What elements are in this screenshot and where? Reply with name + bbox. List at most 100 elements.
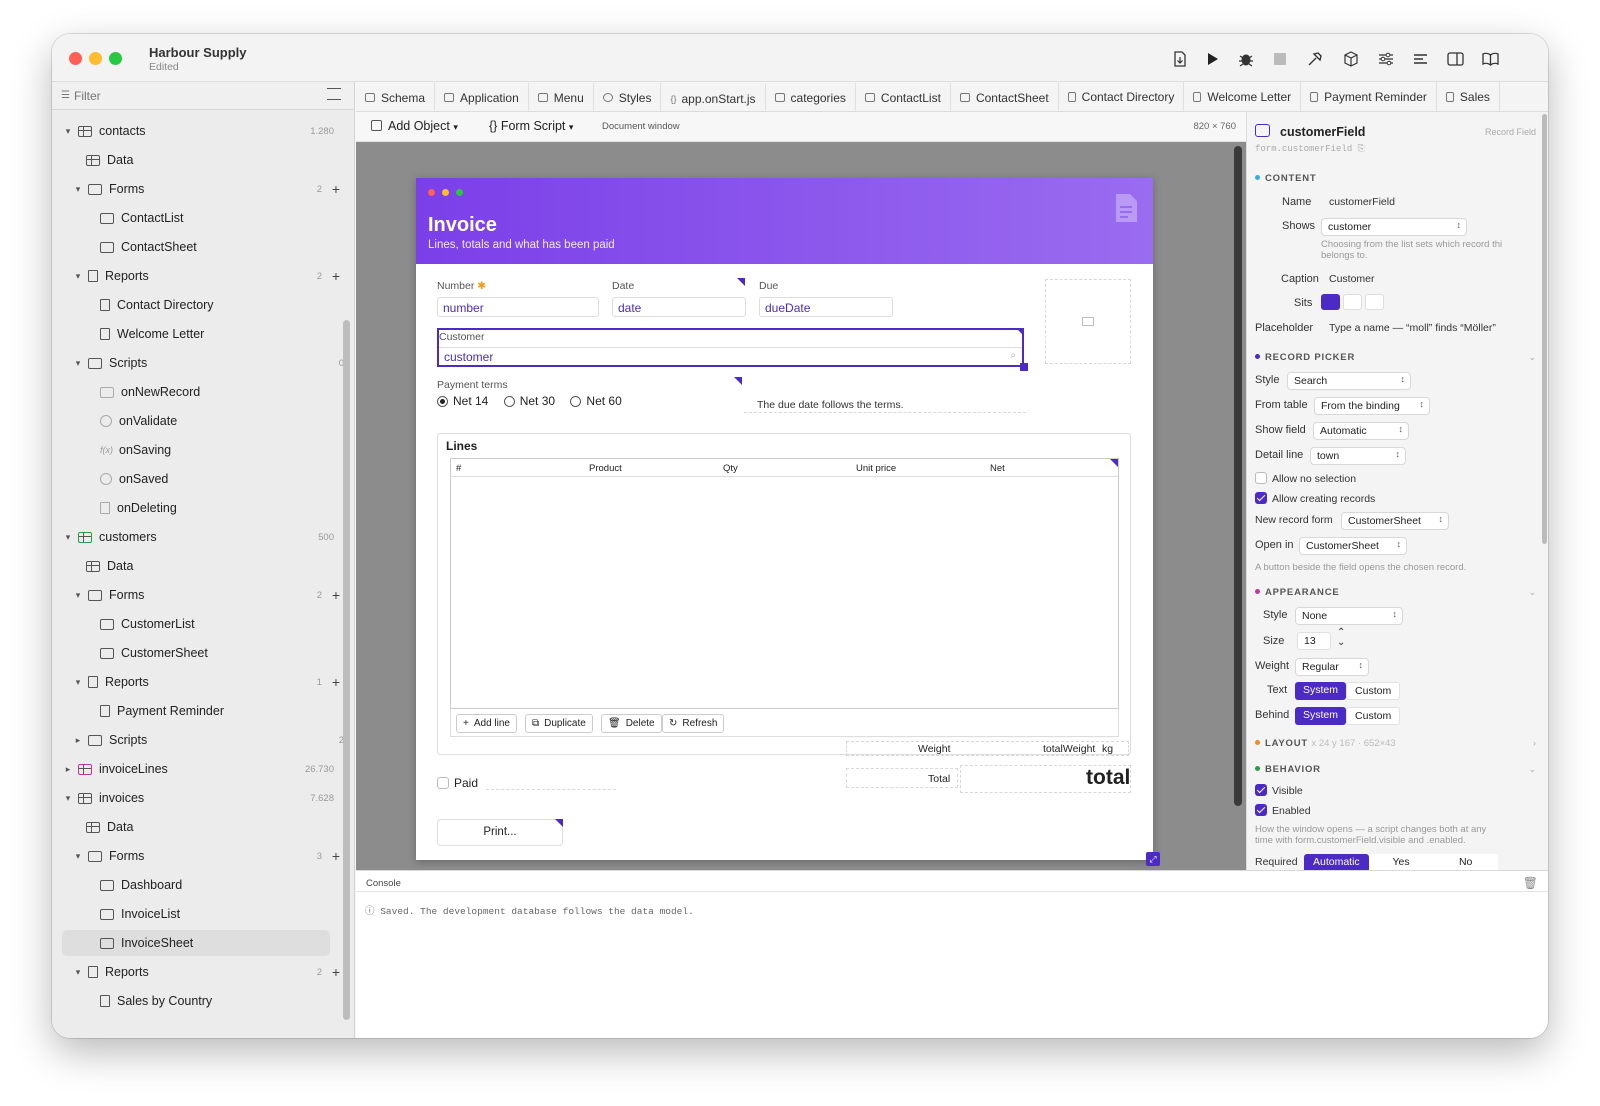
tree-item-invoices[interactable]: ▾ invoices 7.628 [62,785,342,811]
tab-styles[interactable]: Styles [594,82,662,111]
filter-options-icon[interactable] [327,88,341,100]
tree-item-contacts-data[interactable]: Data [86,147,354,173]
tree-item-invoices-forms[interactable]: ▾ Forms 3 + [72,843,352,869]
chevron-down-icon[interactable]: ▾ [62,793,74,804]
tree-item-ondeleting[interactable]: onDeleting🔒 [100,495,354,521]
customer-field-selected[interactable]: Customer customer ⌕ [437,328,1028,371]
required-yes-option[interactable]: Yes [1369,854,1434,870]
text-custom-option[interactable]: Custom [1346,682,1401,700]
tree-item-customers-forms[interactable]: ▾ Forms 2 + [72,582,352,608]
chevron-down-icon[interactable]: ⌄ [1528,587,1536,598]
sits-above-option[interactable] [1321,294,1340,310]
tree-item-contactsheet[interactable]: ContactSheet [100,234,354,260]
tree-item-contactlist[interactable]: ContactList [100,205,354,231]
appearance-style-select[interactable]: None [1295,607,1403,625]
tree-item-invoicelines[interactable]: ▸ invoiceLines 26.730 [62,756,342,782]
tree-item-onsaving[interactable]: f(x) onSaving [100,437,354,463]
chevron-down-icon[interactable]: ▾ [72,358,84,369]
tree-item-invoices-reports[interactable]: ▾ Reports 2 + [72,959,352,985]
tree-item-customersheet[interactable]: CustomerSheet [100,640,354,666]
tab-contactsheet[interactable]: ContactSheet [951,82,1059,111]
behavior-section-header[interactable]: BEHAVIOR [1255,764,1321,775]
record-picker-section-header[interactable]: RECORD PICKER [1255,352,1355,363]
column-header-unit-price[interactable]: Unit price [856,463,896,474]
total-value[interactable]: total [1086,766,1130,790]
radio-net-14[interactable]: Net 14 [437,394,488,408]
text-system-option[interactable]: System [1295,682,1347,700]
run-icon[interactable] [1202,48,1224,70]
inspector-scrollbar[interactable] [1542,114,1547,544]
lines-table[interactable]: # Product Qty Unit price Net [450,458,1119,709]
allow-no-selection-checkbox[interactable]: Allow no selection [1255,472,1356,485]
column-header-net[interactable]: Net [990,463,1005,474]
canvas-scrollbar[interactable] [1234,146,1242,806]
copy-icon[interactable]: ⎘ [1358,144,1365,154]
chevron-down-icon[interactable]: ▾ [62,126,74,137]
content-section-header[interactable]: CONTENT [1255,173,1317,184]
behind-custom-option[interactable]: Custom [1346,707,1401,725]
zoom-window-button[interactable] [109,52,122,65]
required-no-option[interactable]: No [1433,854,1498,870]
chevron-down-icon[interactable]: ▾ [72,851,84,862]
tree-item-customers[interactable]: ▾ customers 500 [62,524,342,550]
tree-item-contacts[interactable]: ▾ contacts 1.280 [62,118,342,144]
radio-net-60[interactable]: Net 60 [570,394,622,408]
minimize-window-button[interactable] [89,52,102,65]
resize-handle[interactable] [1020,363,1028,371]
inspector-toggle-icon[interactable] [1444,48,1466,70]
tree-item-welcome-letter[interactable]: Welcome Letter [100,321,354,347]
radio-net-30[interactable]: Net 30 [503,394,555,408]
tab-contact-directory[interactable]: Contact Directory [1059,82,1185,111]
print-button[interactable]: Print... [437,819,563,846]
chevron-down-icon[interactable]: ▾ [72,677,84,688]
column-header-number[interactable]: # [456,463,461,474]
tree-item-sales-by-country[interactable]: Sales by Country [100,988,354,1014]
expand-canvas-icon[interactable]: ⤢ [1146,852,1160,866]
tree-item-onvalidate[interactable]: onValidate🔒 [100,408,354,434]
tree-item-customers-scripts[interactable]: ▸ Scripts 2 [72,727,352,753]
tab-app-onstart[interactable]: {} app.onStart.js [661,84,766,111]
chevron-down-icon[interactable]: ▾ [72,967,84,978]
add-report-button[interactable]: + [332,674,340,690]
add-object-button[interactable]: Add Object ▾ [371,119,458,133]
chevron-down-icon[interactable]: ▾ [72,590,84,601]
add-form-button[interactable]: + [332,181,340,197]
image-placeholder[interactable] [1045,279,1131,364]
add-report-button[interactable]: + [332,268,340,284]
chevron-right-icon[interactable]: ▸ [62,764,74,775]
close-window-button[interactable] [69,52,82,65]
tree-item-customerlist[interactable]: CustomerList [100,611,354,637]
tree-item-contacts-reports[interactable]: ▾ Reports 2 + [72,263,352,289]
add-form-button[interactable]: + [332,587,340,603]
size-field[interactable]: 13 [1297,632,1331,650]
sits-left-option[interactable] [1343,294,1362,310]
tree-item-dashboard[interactable]: Dashboard [100,872,354,898]
tab-categories[interactable]: categories [766,82,856,111]
number-field[interactable]: number [437,297,599,317]
column-header-qty[interactable]: Qty [723,463,738,474]
placeholder-field[interactable]: Type a name — “moll” finds “Möller” [1329,322,1496,334]
form-script-button[interactable]: {} Form Script ▾ [489,119,573,133]
tab-contactlist[interactable]: ContactList [856,82,951,111]
chevron-down-icon[interactable]: ⌄ [1528,764,1536,775]
behind-system-option[interactable]: System [1295,707,1347,725]
from-table-select[interactable]: From the binding [1314,397,1430,415]
package-icon[interactable] [1340,48,1362,70]
tree-item-contact-directory[interactable]: Contact Directory [100,292,354,318]
sits-none-option[interactable] [1365,294,1384,310]
docs-book-icon[interactable] [1479,48,1501,70]
export-icon[interactable] [1169,48,1191,70]
visible-checkbox[interactable]: Visible [1255,784,1303,797]
chevron-down-icon[interactable]: ▾ [72,184,84,195]
weight-value[interactable]: totalWeight [1043,743,1095,755]
tree-item-customers-data[interactable]: Data [86,553,354,579]
picker-style-select[interactable]: Search [1287,372,1411,390]
tree-item-invoicesheet[interactable]: InvoiceSheet [62,930,330,956]
tree-item-invoicelist[interactable]: InvoiceList [100,901,354,927]
tab-schema[interactable]: Schema [356,82,436,111]
allow-creating-records-checkbox[interactable]: Allow creating records [1255,492,1375,505]
tab-menu[interactable]: Menu [529,82,594,111]
enabled-checkbox[interactable]: Enabled [1255,804,1311,817]
tree-item-payment-reminder[interactable]: Payment Reminder [100,698,354,724]
chevron-down-icon[interactable]: ▾ [72,271,84,282]
